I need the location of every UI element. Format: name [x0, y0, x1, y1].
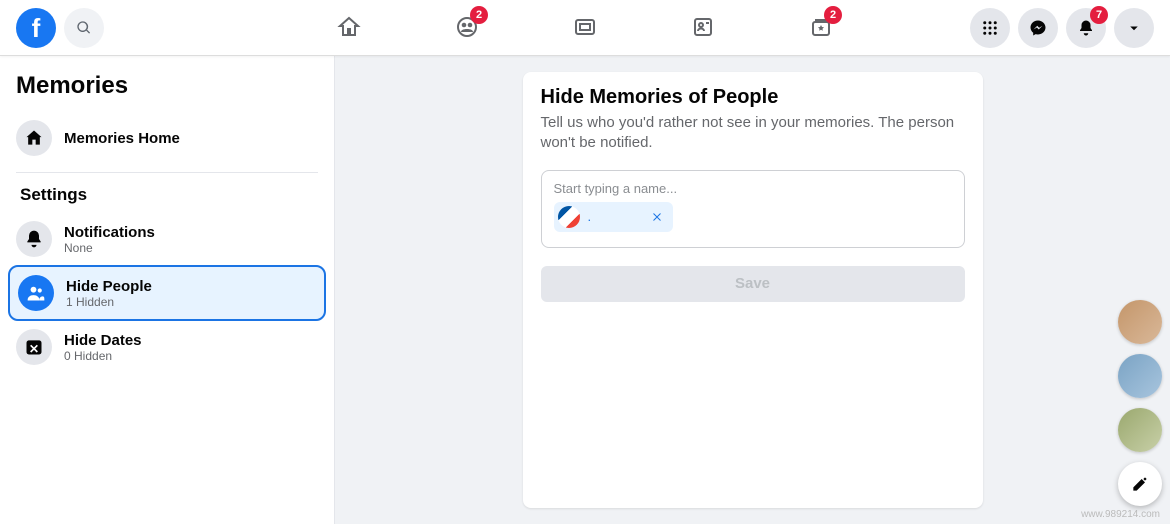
home-icon [337, 15, 361, 39]
search-icon [76, 20, 92, 36]
notifications-badge: 7 [1090, 6, 1108, 24]
search-button[interactable] [64, 8, 104, 48]
sidebar-item-memories-home[interactable]: Memories Home [8, 112, 326, 164]
top-navigation: f 2 2 7 [0, 0, 1170, 56]
sidebar-item-label: Memories Home [64, 130, 180, 147]
sidebar-item-label: Hide Dates [64, 332, 142, 349]
tab-pages[interactable]: 2 [766, 0, 876, 56]
groups-badge: 2 [470, 6, 488, 24]
sidebar-section-settings: Settings [20, 185, 326, 205]
account-button[interactable] [1114, 8, 1154, 48]
name-input-placeholder: Start typing a name... [554, 181, 952, 196]
sidebar-item-hide-dates[interactable]: Hide Dates 0 Hidden [8, 321, 326, 373]
grid-icon [981, 19, 999, 37]
watch-icon [573, 15, 597, 39]
people-icon [18, 275, 54, 311]
main-content: Hide Memories of People Tell us who you'… [335, 56, 1170, 524]
tab-groups[interactable]: 2 [412, 0, 522, 56]
sidebar-item-label: Notifications [64, 224, 155, 241]
new-message-button[interactable] [1118, 462, 1162, 506]
sidebar-item-sub: None [64, 241, 155, 255]
remove-chip-button[interactable] [649, 209, 665, 225]
messenger-button[interactable] [1018, 8, 1058, 48]
close-icon [651, 211, 663, 223]
menu-button[interactable] [970, 8, 1010, 48]
divider [16, 172, 318, 173]
sidebar-item-sub: 1 Hidden [66, 295, 152, 309]
facebook-f-icon: f [32, 15, 41, 41]
watermark: www.989214.com [1081, 509, 1160, 520]
hide-people-card: Hide Memories of People Tell us who you'… [523, 72, 983, 508]
sidebar-item-label: Hide People [66, 278, 152, 295]
pages-badge: 2 [824, 6, 842, 24]
chat-heads-column [1118, 300, 1162, 506]
bell-solid-icon [16, 221, 52, 257]
chat-head-3[interactable] [1118, 408, 1162, 452]
chat-head-1[interactable] [1118, 300, 1162, 344]
sidebar: Memories Memories Home Settings Notifica… [0, 56, 335, 524]
compose-icon [1130, 474, 1150, 494]
top-left: f [16, 8, 104, 48]
top-center-tabs: 2 2 [294, 0, 876, 56]
home-solid-icon [16, 120, 52, 156]
messenger-icon [1029, 19, 1047, 37]
facebook-logo[interactable]: f [16, 8, 56, 48]
notifications-button[interactable]: 7 [1066, 8, 1106, 48]
person-avatar-icon [558, 206, 580, 228]
card-title: Hide Memories of People [541, 86, 965, 109]
sidebar-title: Memories [16, 72, 326, 100]
profile-card-icon [691, 15, 715, 39]
calendar-x-icon [16, 329, 52, 365]
tab-watch[interactable] [530, 0, 640, 56]
chat-head-2[interactable] [1118, 354, 1162, 398]
chip-label: . [588, 209, 592, 224]
selected-person-chip: . [554, 202, 674, 232]
sidebar-item-notifications[interactable]: Notifications None [8, 213, 326, 265]
sidebar-item-sub: 0 Hidden [64, 349, 142, 363]
tab-marketplace[interactable] [648, 0, 758, 56]
save-button[interactable]: Save [541, 266, 965, 302]
tab-home[interactable] [294, 0, 404, 56]
caret-down-icon [1125, 19, 1143, 37]
sidebar-item-hide-people[interactable]: Hide People 1 Hidden [8, 265, 326, 321]
top-right: 7 [970, 8, 1154, 48]
card-subtitle: Tell us who you'd rather not see in your… [541, 113, 965, 154]
name-input-box[interactable]: Start typing a name... . [541, 170, 965, 248]
